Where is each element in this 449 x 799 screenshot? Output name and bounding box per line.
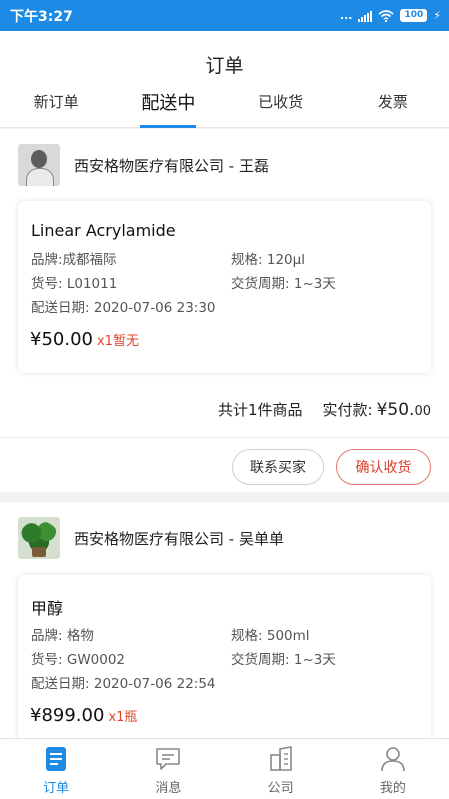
spec-label: 规格:: [231, 628, 263, 644]
message-icon: [156, 748, 181, 770]
sku-value: L01011: [66, 276, 118, 292]
nav-item-profile[interactable]: 我的: [337, 739, 449, 799]
contact-buyer-button[interactable]: 联系买家: [232, 449, 324, 485]
company-icon: [269, 746, 292, 771]
divider: [0, 437, 449, 438]
date-value: 2020-07-06 22:54: [93, 676, 216, 692]
product-brand: 品牌:成都福际: [31, 248, 117, 268]
nav-item-company[interactable]: 公司: [225, 739, 337, 799]
product-delivery-period: 交货周期: 1~3天: [231, 272, 336, 292]
nav-label: 订单: [43, 781, 70, 796]
product-delivery-date: 配送日期: 2020-07-06 22:54: [31, 672, 216, 692]
tab-delivering[interactable]: 配送中: [112, 86, 224, 128]
product-spec: 规格: 500ml: [231, 624, 310, 644]
sku-value: GW0002: [66, 652, 126, 668]
avatar: [18, 144, 60, 186]
product-spec: 规格: 120μl: [231, 248, 305, 268]
nav-item-orders[interactable]: 订单: [0, 739, 112, 799]
paid-amount: ¥50.00: [377, 400, 431, 420]
period-value: 1~3天: [293, 276, 336, 292]
brand-value: 格物: [66, 628, 94, 644]
date-label: 配送日期:: [31, 676, 90, 692]
page-title: 订单: [205, 55, 244, 77]
avatar: [18, 517, 60, 559]
brand-value: 成都福际: [62, 252, 117, 268]
order-tabs: 新订单 配送中 已收货 发票: [0, 86, 449, 128]
tab-new-orders[interactable]: 新订单: [0, 86, 112, 128]
shop-row[interactable]: 西安格物医疗有限公司 - 吴单单: [18, 517, 284, 559]
date-value: 2020-07-06 23:30: [93, 300, 216, 316]
product-price: ¥50.00: [30, 329, 93, 350]
shop-name: 西安格物医疗有限公司 - 吴单单: [74, 529, 284, 548]
product-price: ¥899.00: [30, 705, 105, 726]
product-name: Linear Acrylamide: [31, 221, 176, 240]
period-value: 1~3天: [293, 652, 336, 668]
product-price-row: ¥899.00 x1瓶: [30, 705, 137, 726]
spec-value: 120μl: [266, 252, 305, 268]
paid-amount-decimal: 00: [414, 404, 431, 419]
product-sku: 货号: GW0002: [31, 648, 125, 668]
signal-icon: [358, 10, 373, 22]
product-sku: 货号: L01011: [31, 272, 117, 292]
wifi-icon: [378, 9, 394, 22]
status-time: 下午3:27: [10, 8, 73, 25]
status-bar: 下午3:27 ... 100 ⚡: [0, 0, 449, 31]
spec-label: 规格:: [231, 252, 263, 268]
battery-icon: 100: [400, 9, 428, 22]
product-card[interactable]: Linear Acrylamide 品牌:成都福际 规格: 120μl 货号: …: [18, 201, 431, 373]
order-card: 西安格物医疗有限公司 - 吴单单 甲醇 品牌: 格物 规格: 500ml 货号:…: [0, 502, 449, 738]
product-name: 甲醇: [31, 599, 64, 618]
order-card: 西安格物医疗有限公司 - 王磊 Linear Acrylamide 品牌:成都福…: [0, 129, 449, 492]
paid-amount-integer: ¥50.: [376, 400, 415, 420]
product-price-row: ¥50.00 x1暂无: [30, 329, 139, 350]
status-icons: ... 100 ⚡: [340, 9, 441, 22]
brand-label: 品牌:: [31, 628, 63, 644]
sku-label: 货号:: [31, 276, 63, 292]
product-qty: x1暂无: [96, 334, 139, 349]
product-card[interactable]: 甲醇 品牌: 格物 规格: 500ml 货号: GW0002 交货周期: 1~3…: [18, 575, 431, 738]
product-delivery-period: 交货周期: 1~3天: [231, 648, 336, 668]
order-icon: [46, 747, 67, 771]
profile-icon: [381, 747, 405, 772]
more-dots-icon: ...: [339, 9, 353, 22]
item-count: 共计1件商品: [217, 401, 303, 419]
charging-icon: ⚡: [433, 9, 441, 22]
brand-label: 品牌:: [31, 252, 63, 268]
sku-label: 货号:: [31, 652, 63, 668]
product-brand: 品牌: 格物: [31, 624, 94, 644]
bottom-nav: 订单 消息 公司 我的: [0, 738, 449, 799]
period-label: 交货周期:: [231, 652, 290, 668]
order-summary: 共计1件商品 实付款: ¥50.00: [218, 399, 431, 420]
paid-label: 实付款:: [322, 401, 373, 419]
nav-label: 消息: [155, 781, 182, 796]
period-label: 交货周期:: [231, 276, 290, 292]
tab-received[interactable]: 已收货: [225, 86, 337, 128]
spec-value: 500ml: [266, 628, 310, 644]
product-qty: x1瓶: [108, 710, 138, 725]
tab-invoice[interactable]: 发票: [337, 86, 449, 128]
nav-label: 我的: [379, 781, 406, 796]
product-delivery-date: 配送日期: 2020-07-06 23:30: [31, 296, 216, 316]
date-label: 配送日期:: [31, 300, 90, 316]
nav-label: 公司: [267, 781, 294, 796]
header: 订单 新订单 配送中 已收货 发票: [0, 31, 449, 128]
shop-row[interactable]: 西安格物医疗有限公司 - 王磊: [18, 144, 269, 186]
nav-item-messages[interactable]: 消息: [112, 739, 224, 799]
shop-name: 西安格物医疗有限公司 - 王磊: [74, 156, 269, 175]
confirm-receipt-button[interactable]: 确认收货: [336, 449, 431, 485]
